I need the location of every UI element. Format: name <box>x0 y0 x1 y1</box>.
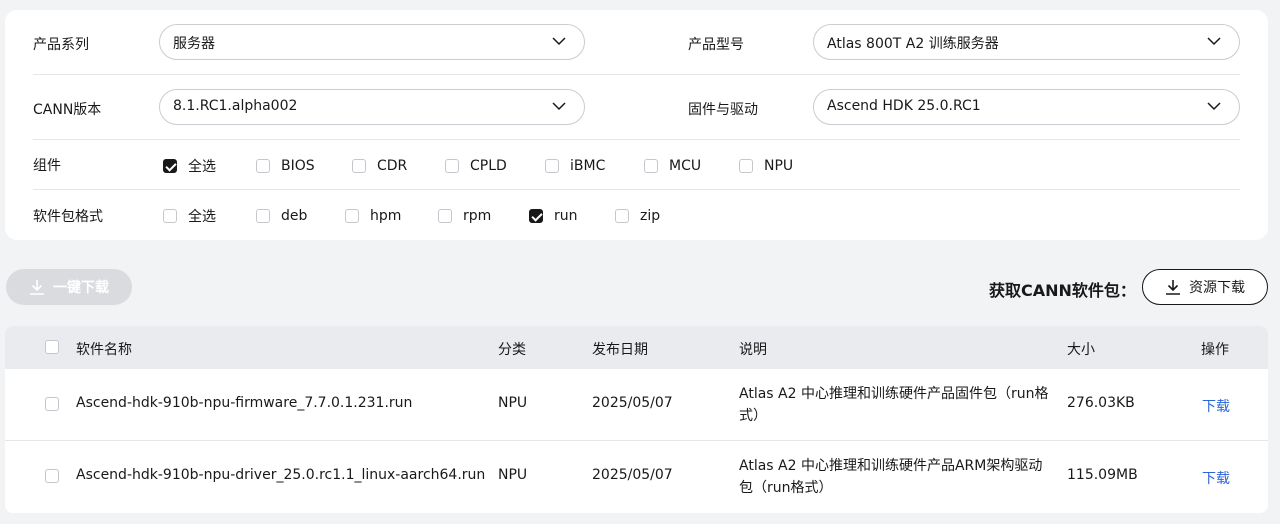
download-icon <box>1166 280 1180 295</box>
model-select[interactable]: Atlas 800T A2 训练服务器 <box>813 24 1240 60</box>
get-cann-label: 获取CANN软件包： <box>989 281 1136 300</box>
checkbox-icon[interactable] <box>644 159 658 173</box>
filter-panel: 产品系列 服务器 产品型号 Atlas 800T A2 训练服务器 CANN版本… <box>5 10 1268 240</box>
component-option-label: CPLD <box>470 158 507 174</box>
cell-size: 115.09MB <box>1067 467 1138 483</box>
download-link[interactable]: 下载 <box>1202 468 1230 488</box>
format-option-rpm[interactable]: rpm <box>438 206 491 226</box>
checkbox-icon[interactable] <box>256 159 270 173</box>
table-row: Ascend-hdk-910b-npu-driver_25.0.rc1.1_li… <box>5 441 1268 513</box>
row-checkbox[interactable] <box>45 397 59 411</box>
checkbox-icon[interactable] <box>163 209 177 223</box>
header-desc: 说明 <box>739 342 767 358</box>
firmware-value: Ascend HDK 25.0.RC1 <box>827 98 981 114</box>
header-name: 软件名称 <box>76 342 132 358</box>
format-option-label: hpm <box>370 208 402 224</box>
cann-version-value: 8.1.RC1.alpha002 <box>173 98 298 114</box>
cell-category: NPU <box>498 467 528 483</box>
checkbox-icon[interactable] <box>615 209 629 223</box>
one-click-download-button[interactable]: 一键下载 <box>6 269 132 305</box>
cell-category: NPU <box>498 395 528 411</box>
component-option-label: BIOS <box>281 158 315 174</box>
component-option-bios[interactable]: BIOS <box>256 156 315 176</box>
format-option-run[interactable]: run <box>529 206 578 226</box>
format-option-deb[interactable]: deb <box>256 206 307 226</box>
component-option-mcu[interactable]: MCU <box>644 156 701 176</box>
cell-desc: Atlas A2 中心推理和训练硬件产品ARM架构驱动包（run格式） <box>739 458 1043 496</box>
cell-name: Ascend-hdk-910b-npu-firmware_7.7.0.1.231… <box>76 395 413 411</box>
firmware-label: 固件与驱动 <box>688 102 758 118</box>
format-option-label: deb <box>281 208 308 224</box>
cell-name: Ascend-hdk-910b-npu-driver_25.0.rc1.1_li… <box>76 467 486 483</box>
component-option-all[interactable]: 全选 <box>163 156 216 176</box>
cann-label: CANN版本 <box>33 102 102 118</box>
filter-row-version: CANN版本 8.1.RC1.alpha002 固件与驱动 Ascend HDK… <box>33 75 1240 140</box>
checkbox-icon[interactable] <box>445 159 459 173</box>
checkbox-icon[interactable] <box>739 159 753 173</box>
resource-download-button[interactable]: 资源下载 <box>1142 269 1268 305</box>
checkbox-icon[interactable] <box>163 159 177 173</box>
format-option-label: zip <box>640 208 661 224</box>
table-header: 软件名称 分类 发布日期 说明 大小 操作 <box>5 326 1268 369</box>
format-option-label: rpm <box>463 208 492 224</box>
cell-date: 2025/05/07 <box>592 467 673 483</box>
components-label: 组件 <box>33 158 61 174</box>
header-op: 操作 <box>1201 342 1229 358</box>
chevron-down-icon <box>552 102 566 111</box>
format-option-label: 全选 <box>188 209 216 225</box>
header-category: 分类 <box>498 342 526 358</box>
model-value: Atlas 800T A2 训练服务器 <box>827 36 999 52</box>
checkbox-icon[interactable] <box>345 209 359 223</box>
component-option-label: CDR <box>377 158 408 174</box>
chevron-down-icon <box>1207 37 1221 46</box>
component-option-label: NPU <box>764 158 794 174</box>
chevron-down-icon <box>552 37 566 46</box>
series-value: 服务器 <box>173 36 215 52</box>
download-link[interactable]: 下载 <box>1202 396 1230 416</box>
one-click-download-label: 一键下载 <box>53 280 109 296</box>
checkbox-icon[interactable] <box>352 159 366 173</box>
cell-size: 276.03KB <box>1067 395 1135 411</box>
component-option-cdr[interactable]: CDR <box>352 156 407 176</box>
chevron-down-icon <box>1207 102 1221 111</box>
model-label: 产品型号 <box>688 37 744 53</box>
series-label: 产品系列 <box>33 37 89 53</box>
checkbox-icon[interactable] <box>529 209 543 223</box>
component-option-npu[interactable]: NPU <box>739 156 793 176</box>
filter-row-components: 组件 全选 BIOS CDR CPLD iBMC MCU NPU <box>33 140 1240 190</box>
firmware-select[interactable]: Ascend HDK 25.0.RC1 <box>813 89 1240 125</box>
cell-date: 2025/05/07 <box>592 395 673 411</box>
select-all-checkbox[interactable] <box>45 340 59 354</box>
download-icon <box>30 280 44 295</box>
series-select[interactable]: 服务器 <box>159 24 585 60</box>
row-checkbox[interactable] <box>45 469 59 483</box>
filter-row-product: 产品系列 服务器 产品型号 Atlas 800T A2 训练服务器 <box>33 10 1240 75</box>
resource-download-label: 资源下载 <box>1189 280 1245 296</box>
component-option-label: MCU <box>669 158 702 174</box>
filter-row-formats: 软件包格式 全选 deb hpm rpm run zip <box>33 190 1240 240</box>
format-option-label: run <box>554 208 578 224</box>
header-size: 大小 <box>1067 342 1095 358</box>
table-row: Ascend-hdk-910b-npu-firmware_7.7.0.1.231… <box>5 369 1268 441</box>
format-option-all[interactable]: 全选 <box>163 206 216 226</box>
cann-version-select[interactable]: 8.1.RC1.alpha002 <box>159 89 585 125</box>
header-date: 发布日期 <box>592 342 648 358</box>
checkbox-icon[interactable] <box>545 159 559 173</box>
formats-label: 软件包格式 <box>33 209 103 225</box>
checkbox-icon[interactable] <box>256 209 270 223</box>
software-table: 软件名称 分类 发布日期 说明 大小 操作 Ascend-hdk-910b-np… <box>5 326 1268 513</box>
format-option-hpm[interactable]: hpm <box>345 206 401 226</box>
checkbox-icon[interactable] <box>438 209 452 223</box>
component-option-label: 全选 <box>188 159 216 175</box>
component-option-label: iBMC <box>570 158 606 174</box>
component-option-ibmc[interactable]: iBMC <box>545 156 605 176</box>
format-option-zip[interactable]: zip <box>615 206 660 226</box>
cell-desc: Atlas A2 中心推理和训练硬件产品固件包（run格式） <box>739 386 1049 424</box>
component-option-cpld[interactable]: CPLD <box>445 156 507 176</box>
